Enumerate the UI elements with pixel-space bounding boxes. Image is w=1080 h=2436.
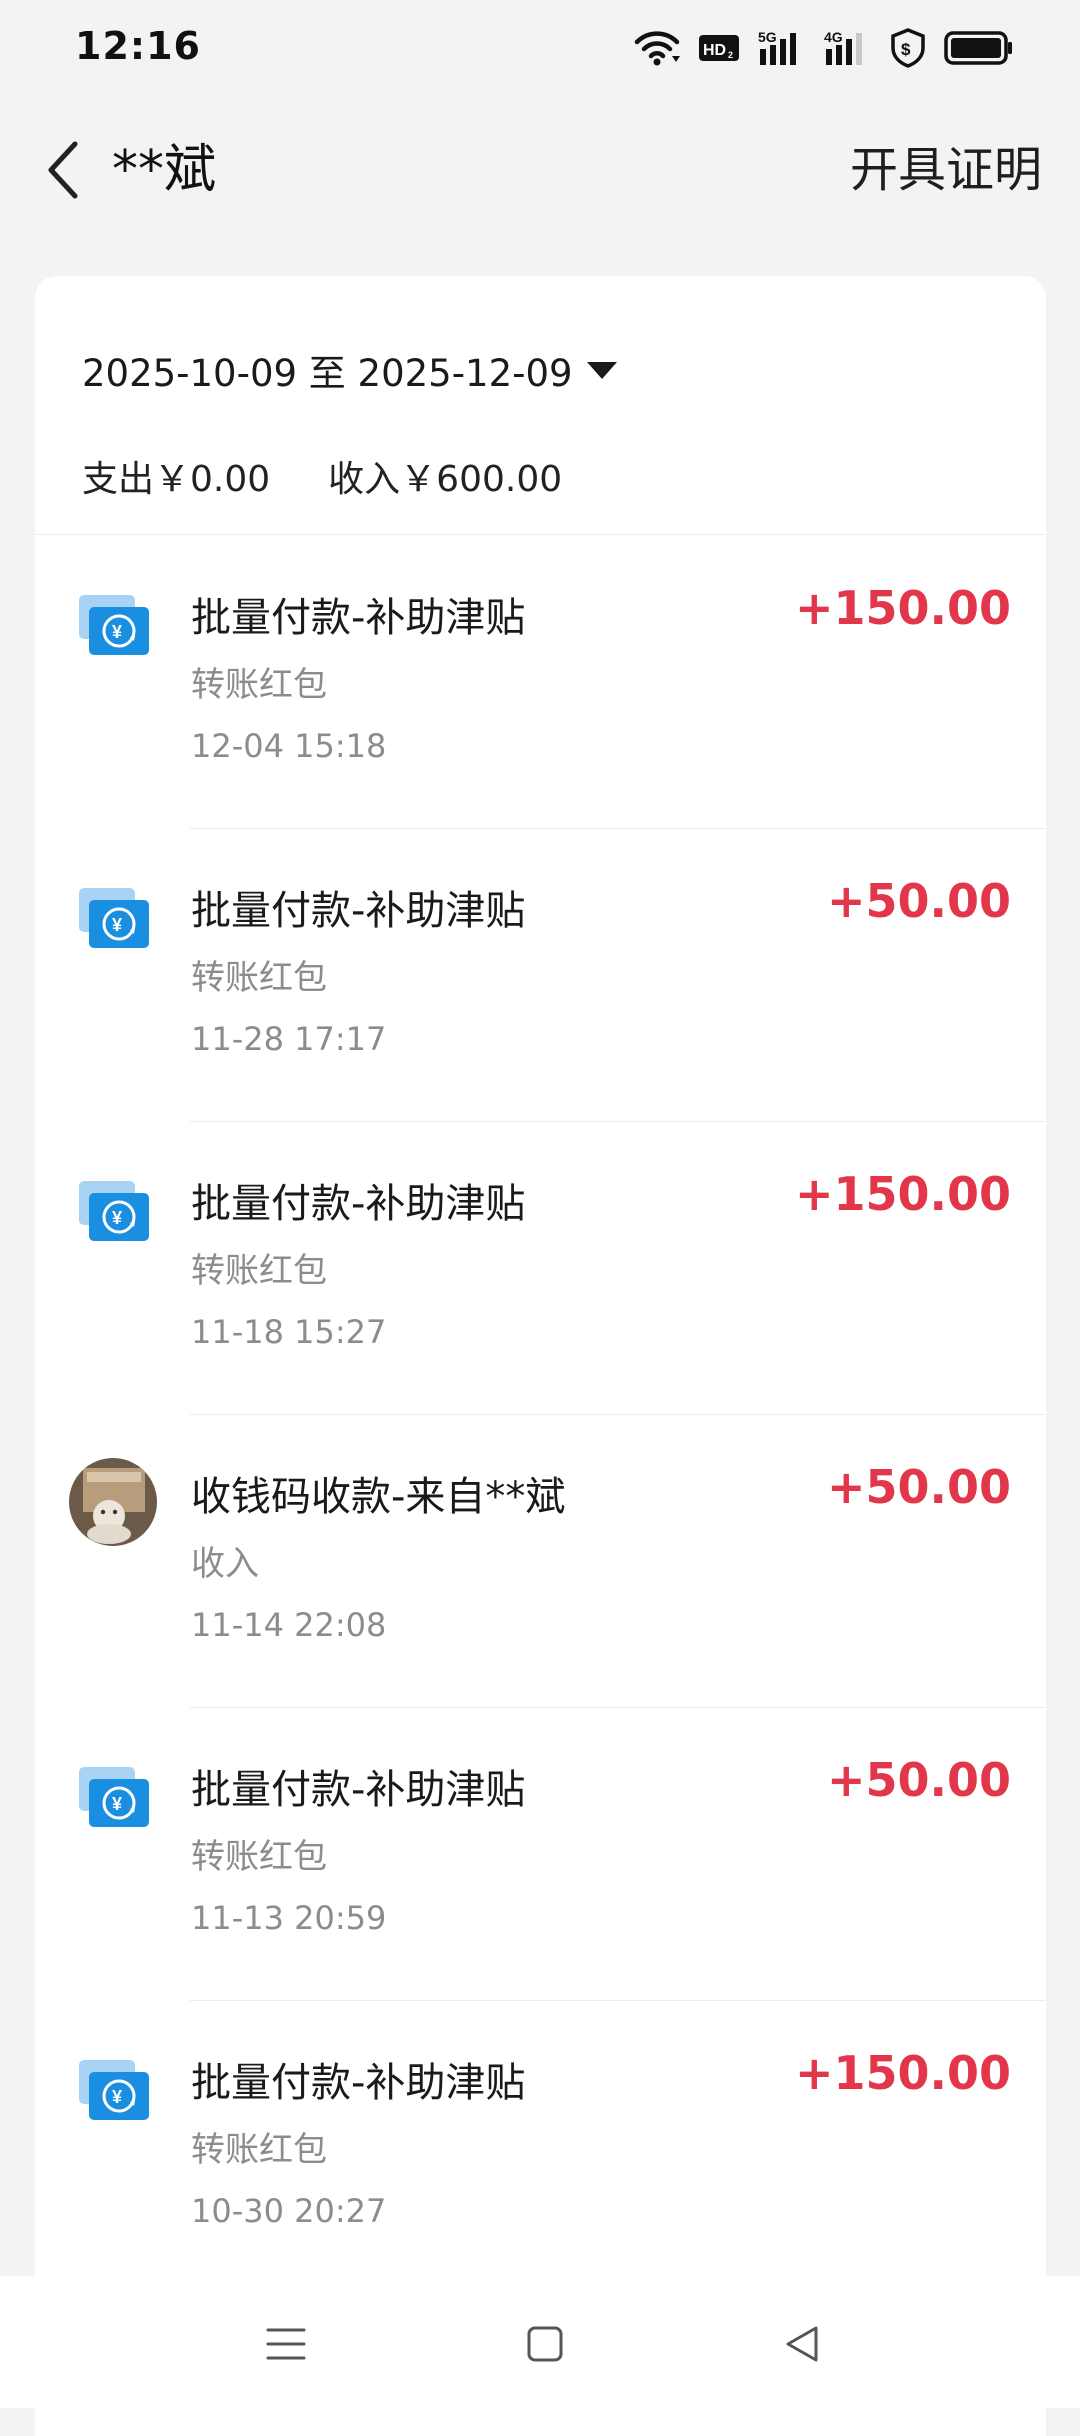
- status-bar: 12:16 HD 2 5G 4G $: [0, 0, 1080, 96]
- expense-total: 支出￥0.00: [82, 459, 271, 500]
- home-icon: [527, 2326, 563, 2362]
- page-title: **斌: [112, 140, 217, 200]
- hd-icon: HD 2: [699, 35, 739, 61]
- transaction-amount: +150.00: [794, 2046, 1011, 2100]
- triangle-back-icon: [786, 2326, 818, 2362]
- transaction-row[interactable]: ¥ 批量付款-补助津贴 转账红包 11-28 17:17 +50.00: [35, 828, 1046, 1121]
- transaction-title: 批量付款-补助津贴: [191, 888, 526, 934]
- svg-text:¥: ¥: [112, 1794, 122, 1814]
- svg-text:¥: ¥: [112, 915, 122, 935]
- caret-down-icon: [586, 362, 617, 379]
- transaction-amount: +50.00: [826, 1753, 1011, 1807]
- menu-icon: [266, 2328, 306, 2360]
- transaction-time: 11-14 22:08: [191, 1606, 387, 1644]
- transfer-icon: ¥: [79, 595, 149, 655]
- transaction-type: 转账红包: [191, 2130, 327, 2170]
- transaction-title: 批量付款-补助津贴: [191, 1181, 526, 1227]
- transfer-icon: ¥: [79, 1181, 149, 1241]
- avatar: [69, 1458, 157, 1546]
- svg-text:$: $: [901, 40, 911, 59]
- issue-certificate-button[interactable]: 开具证明: [850, 134, 1042, 206]
- wifi-icon: [634, 31, 680, 66]
- battery-icon: [944, 31, 1012, 65]
- svg-text:2: 2: [728, 50, 733, 60]
- menu-button[interactable]: [256, 2314, 316, 2374]
- transaction-time: 11-18 15:27: [191, 1313, 387, 1351]
- transactions-card: 2025-10-09 至 2025-12-09 支出￥0.00 收入￥600.0…: [35, 276, 1046, 2436]
- status-time: 12:16: [75, 24, 201, 68]
- transaction-amount: +150.00: [794, 581, 1011, 635]
- svg-text:¥: ¥: [112, 2087, 122, 2107]
- system-nav-bar: [0, 2276, 1080, 2408]
- svg-text:¥: ¥: [112, 622, 122, 642]
- transaction-title: 批量付款-补助津贴: [191, 595, 526, 641]
- transaction-amount: +50.00: [826, 874, 1011, 928]
- transfer-icon: ¥: [79, 2060, 149, 2120]
- svg-text:4G: 4G: [824, 29, 843, 45]
- svg-text:5G: 5G: [758, 29, 777, 45]
- transaction-type: 转账红包: [191, 665, 327, 705]
- status-icons: HD 2 5G 4G $: [634, 26, 1014, 70]
- transaction-time: 10-30 20:27: [191, 2192, 387, 2230]
- transaction-title: 批量付款-补助津贴: [191, 2060, 526, 2106]
- summary: 支出￥0.00 收入￥600.00: [82, 446, 562, 506]
- transaction-time: 11-13 20:59: [191, 1899, 387, 1937]
- transaction-list: ¥ 批量付款-补助津贴 转账红包 12-04 15:18 +150.00 ¥ 批…: [35, 535, 1046, 2293]
- transaction-type: 转账红包: [191, 1837, 327, 1877]
- transaction-time: 12-04 15:18: [191, 727, 387, 765]
- transaction-type: 转账红包: [191, 1251, 327, 1291]
- date-range-filter[interactable]: 2025-10-09 至 2025-12-09: [82, 340, 619, 400]
- transaction-row[interactable]: 收钱码收款-来自**斌 收入 11-14 22:08 +50.00: [35, 1414, 1046, 1707]
- date-range-text: 2025-10-09 至 2025-12-09: [82, 352, 573, 395]
- transaction-amount: +50.00: [826, 1460, 1011, 1514]
- transaction-time: 11-28 17:17: [191, 1020, 387, 1058]
- transaction-row[interactable]: ¥ 批量付款-补助津贴 转账红包 12-04 15:18 +150.00: [35, 535, 1046, 828]
- chevron-left-icon: [48, 141, 78, 199]
- signal-5g-icon: 5G: [758, 29, 796, 65]
- transaction-title: 批量付款-补助津贴: [191, 1767, 526, 1813]
- income-total: 收入￥600.00: [328, 459, 563, 500]
- svg-text:HD: HD: [703, 42, 726, 59]
- transfer-icon: ¥: [79, 1767, 149, 1827]
- transaction-title: 收钱码收款-来自**斌: [191, 1474, 566, 1520]
- back-button[interactable]: [28, 134, 98, 206]
- shield-icon: $: [891, 28, 925, 68]
- back-nav-button[interactable]: [772, 2314, 832, 2374]
- transaction-amount: +150.00: [794, 1167, 1011, 1221]
- transaction-row[interactable]: ¥ 批量付款-补助津贴 转账红包 11-18 15:27 +150.00: [35, 1121, 1046, 1414]
- transaction-row[interactable]: ¥ 批量付款-补助津贴 转账红包 10-30 20:27 +150.00: [35, 2000, 1046, 2293]
- home-button[interactable]: [515, 2314, 575, 2374]
- transaction-type: 收入: [191, 1544, 259, 1584]
- nav-bar: **斌 开具证明: [0, 110, 1080, 230]
- transaction-row[interactable]: ¥ 批量付款-补助津贴 转账红包 11-13 20:59 +50.00: [35, 1707, 1046, 2000]
- svg-text:¥: ¥: [112, 1208, 122, 1228]
- transaction-type: 转账红包: [191, 958, 327, 998]
- signal-4g-icon: 4G: [824, 29, 862, 65]
- transfer-icon: ¥: [79, 888, 149, 948]
